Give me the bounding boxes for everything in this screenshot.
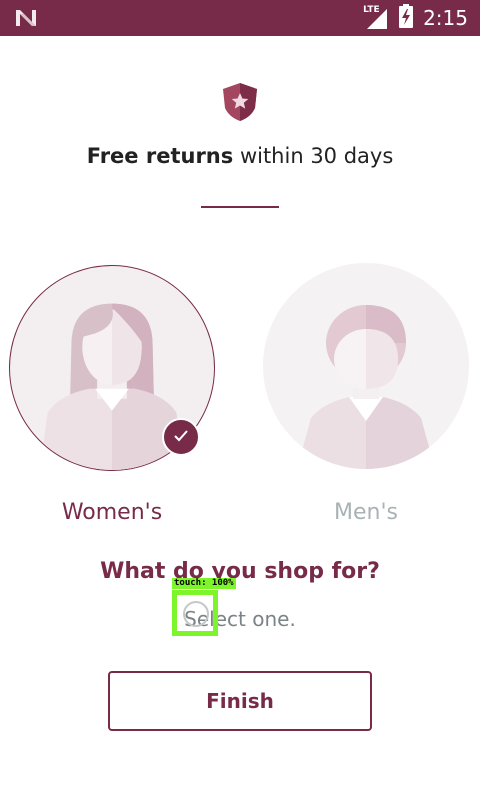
shield-star-icon bbox=[221, 82, 259, 122]
checkmark-icon bbox=[173, 428, 189, 447]
select-hint: Select one. bbox=[184, 607, 296, 631]
womens-label[interactable]: Women's bbox=[9, 500, 215, 525]
signal-icon: LTE bbox=[363, 5, 389, 29]
male-avatar-icon bbox=[297, 305, 435, 469]
status-bar: LTE 2:15 bbox=[0, 0, 480, 36]
status-clock: 2:15 bbox=[423, 6, 468, 30]
selected-check-badge bbox=[162, 418, 200, 456]
headline-rest: within 30 days bbox=[233, 144, 394, 168]
finish-button[interactable]: Finish bbox=[108, 671, 372, 731]
touch-ring bbox=[183, 601, 209, 627]
page-headline: Free returns within 30 days bbox=[0, 144, 480, 168]
status-icons: LTE 2:15 bbox=[363, 4, 468, 32]
n-notification-icon bbox=[14, 8, 38, 28]
divider bbox=[201, 206, 279, 208]
touch-indicator bbox=[172, 590, 218, 636]
touch-debug-label: touch: 100% bbox=[172, 578, 236, 589]
battery-charging-icon bbox=[399, 4, 414, 32]
headline-bold: Free returns bbox=[86, 144, 234, 168]
mens-label[interactable]: Men's bbox=[263, 500, 469, 525]
mens-option[interactable] bbox=[263, 263, 469, 469]
question-heading: What do you shop for? bbox=[100, 559, 380, 584]
